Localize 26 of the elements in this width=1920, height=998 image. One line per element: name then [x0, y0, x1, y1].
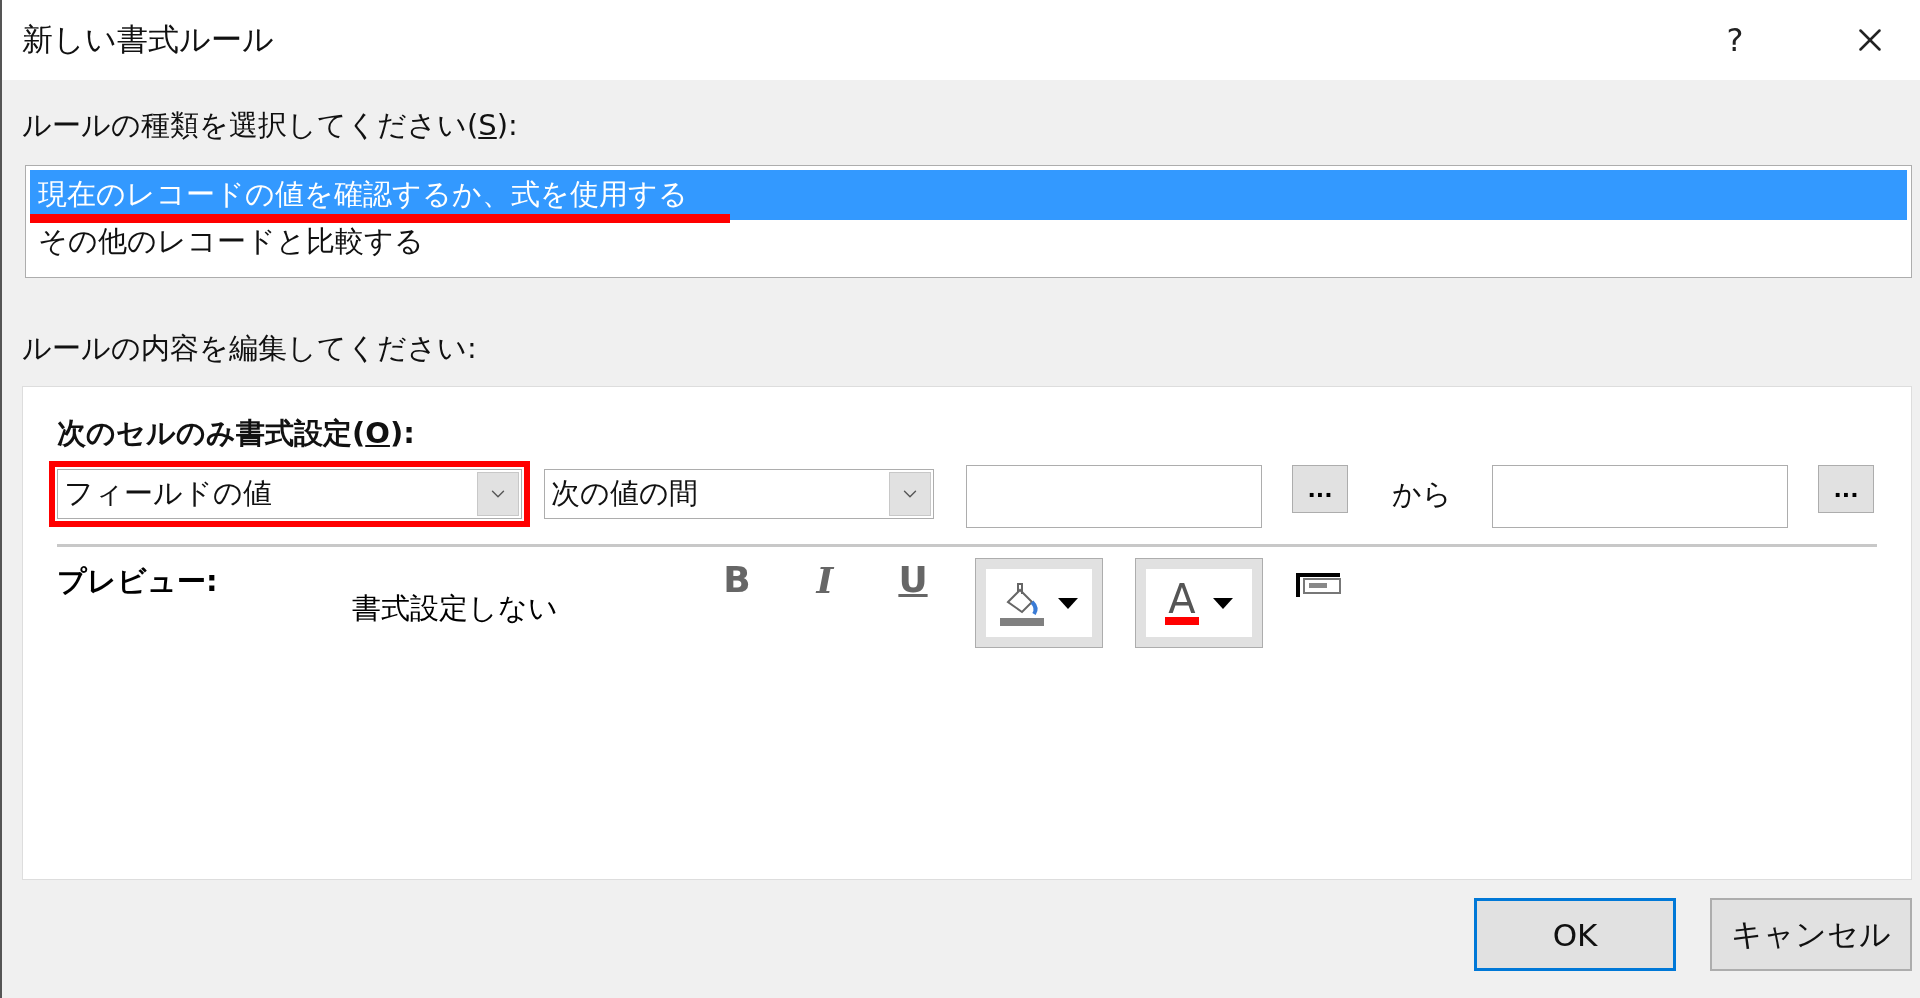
caret-icon	[1058, 597, 1078, 609]
rule-edit-label: ルールの内容を編集してください:	[22, 330, 478, 367]
bold-button[interactable]: B	[712, 559, 762, 600]
italic-button[interactable]: I	[800, 559, 850, 601]
value-input[interactable]	[1492, 465, 1788, 528]
preview-text: 書式設定しない	[352, 590, 559, 627]
caret-icon	[1212, 597, 1233, 609]
font-color-button[interactable]: A	[1136, 559, 1262, 647]
value-input[interactable]	[966, 465, 1262, 528]
underline-button[interactable]: U	[888, 559, 938, 600]
condition-label: 次のセルのみ書式設定(O):	[57, 415, 416, 452]
builder-button[interactable]: ...	[1818, 465, 1874, 513]
builder-button[interactable]: ...	[1292, 465, 1348, 513]
list-item[interactable]: その他のレコードと比較する	[30, 220, 1907, 264]
fill-color-button[interactable]	[976, 559, 1102, 647]
preview-label: プレビュー:	[57, 563, 219, 600]
window-title: 新しい書式ルール	[22, 20, 275, 59]
dropdown[interactable]: フィールドの値	[57, 469, 522, 519]
help-button[interactable]: ?	[1700, 10, 1770, 70]
paint-bucket-icon	[1000, 580, 1044, 626]
rule-type-label: ルールの種類を選択してください(S):	[22, 107, 519, 144]
dropdown[interactable]: 次の値の間	[544, 469, 934, 519]
cancel-button[interactable]: キャンセル	[1710, 898, 1912, 971]
border-icon[interactable]	[1296, 573, 1342, 599]
between-text: から	[1392, 476, 1452, 513]
ok-button[interactable]: OK	[1474, 898, 1676, 971]
